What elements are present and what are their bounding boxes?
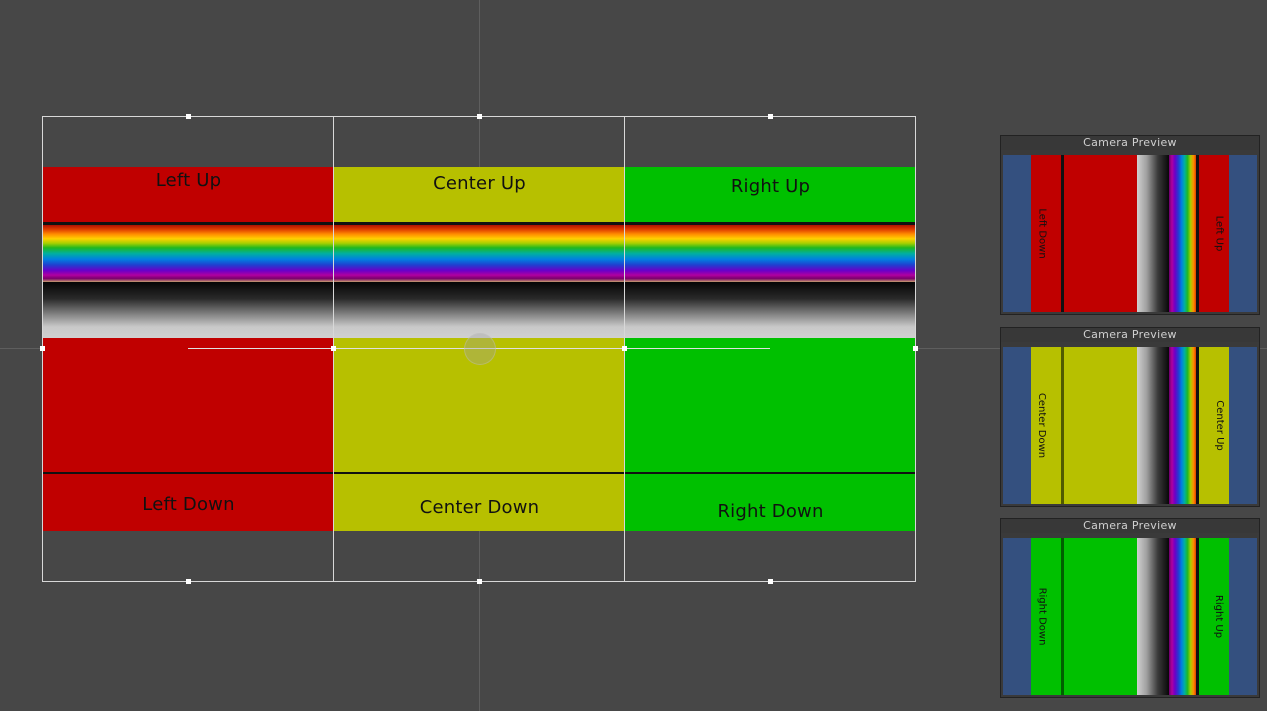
camera-preview-title: Camera Preview xyxy=(1001,328,1259,342)
camera-preview-gray-gradient xyxy=(1137,347,1169,504)
camera-preview-viewport: Right Down Right Up xyxy=(1003,538,1257,695)
camera-preview-title: Camera Preview xyxy=(1001,519,1259,533)
camera-preview-right-label: Left Up xyxy=(1213,215,1225,252)
resize-handle-top-right-mid[interactable] xyxy=(768,114,773,119)
resize-handle-bottom-left-mid[interactable] xyxy=(186,579,191,584)
camera-preview-viewport: Center Down Center Up xyxy=(1003,347,1257,504)
resize-handle-center-left[interactable] xyxy=(331,346,336,351)
camera-preview-left-label-wrap: Left Down xyxy=(1032,155,1052,312)
camera-preview-rule xyxy=(1061,347,1064,504)
camera-preview-rainbow-gradient xyxy=(1169,155,1199,312)
resize-handle-bottom-center[interactable] xyxy=(477,579,482,584)
camera-preview-left-label: Center Down xyxy=(1036,392,1048,459)
resize-handle-center-right[interactable] xyxy=(622,346,627,351)
camera-preview-left-label: Left Down xyxy=(1036,208,1048,259)
camera-preview-center[interactable]: Camera Preview Center Down Center Up xyxy=(1000,327,1260,507)
camera-preview-right-label-wrap: Center Up xyxy=(1209,347,1229,504)
camera-preview-gray-gradient xyxy=(1137,155,1169,312)
camera-preview-left-label-wrap: Right Down xyxy=(1032,538,1052,695)
camera-preview-rainbow-gradient xyxy=(1169,538,1199,695)
camera-preview-rule xyxy=(1061,155,1064,312)
camera-preview-left[interactable]: Camera Preview Left Down Left Up xyxy=(1000,135,1260,315)
camera-preview-right-label-wrap: Right Up xyxy=(1209,538,1229,695)
pivot-handle[interactable] xyxy=(464,333,496,365)
camera-preview-right[interactable]: Camera Preview Right Down Right Up xyxy=(1000,518,1260,698)
camera-preview-rule xyxy=(1061,538,1064,695)
camera-preview-right-label: Center Up xyxy=(1213,400,1225,451)
camera-preview-rainbow-gradient xyxy=(1169,347,1199,504)
resize-handle-top-center[interactable] xyxy=(477,114,482,119)
camera-preview-title: Camera Preview xyxy=(1001,136,1259,150)
camera-preview-left-label: Right Down xyxy=(1036,587,1048,646)
camera-preview-right-label-wrap: Left Up xyxy=(1209,155,1229,312)
camera-preview-left-label-wrap: Center Down xyxy=(1032,347,1052,504)
camera-preview-gray-gradient xyxy=(1137,538,1169,695)
resize-handle-top-left-mid[interactable] xyxy=(186,114,191,119)
resize-handle-bottom-right-mid[interactable] xyxy=(768,579,773,584)
camera-preview-viewport: Left Down Left Up xyxy=(1003,155,1257,312)
resize-handle-right[interactable] xyxy=(913,346,918,351)
camera-preview-right-label: Right Up xyxy=(1213,594,1225,639)
resize-handle-left[interactable] xyxy=(40,346,45,351)
